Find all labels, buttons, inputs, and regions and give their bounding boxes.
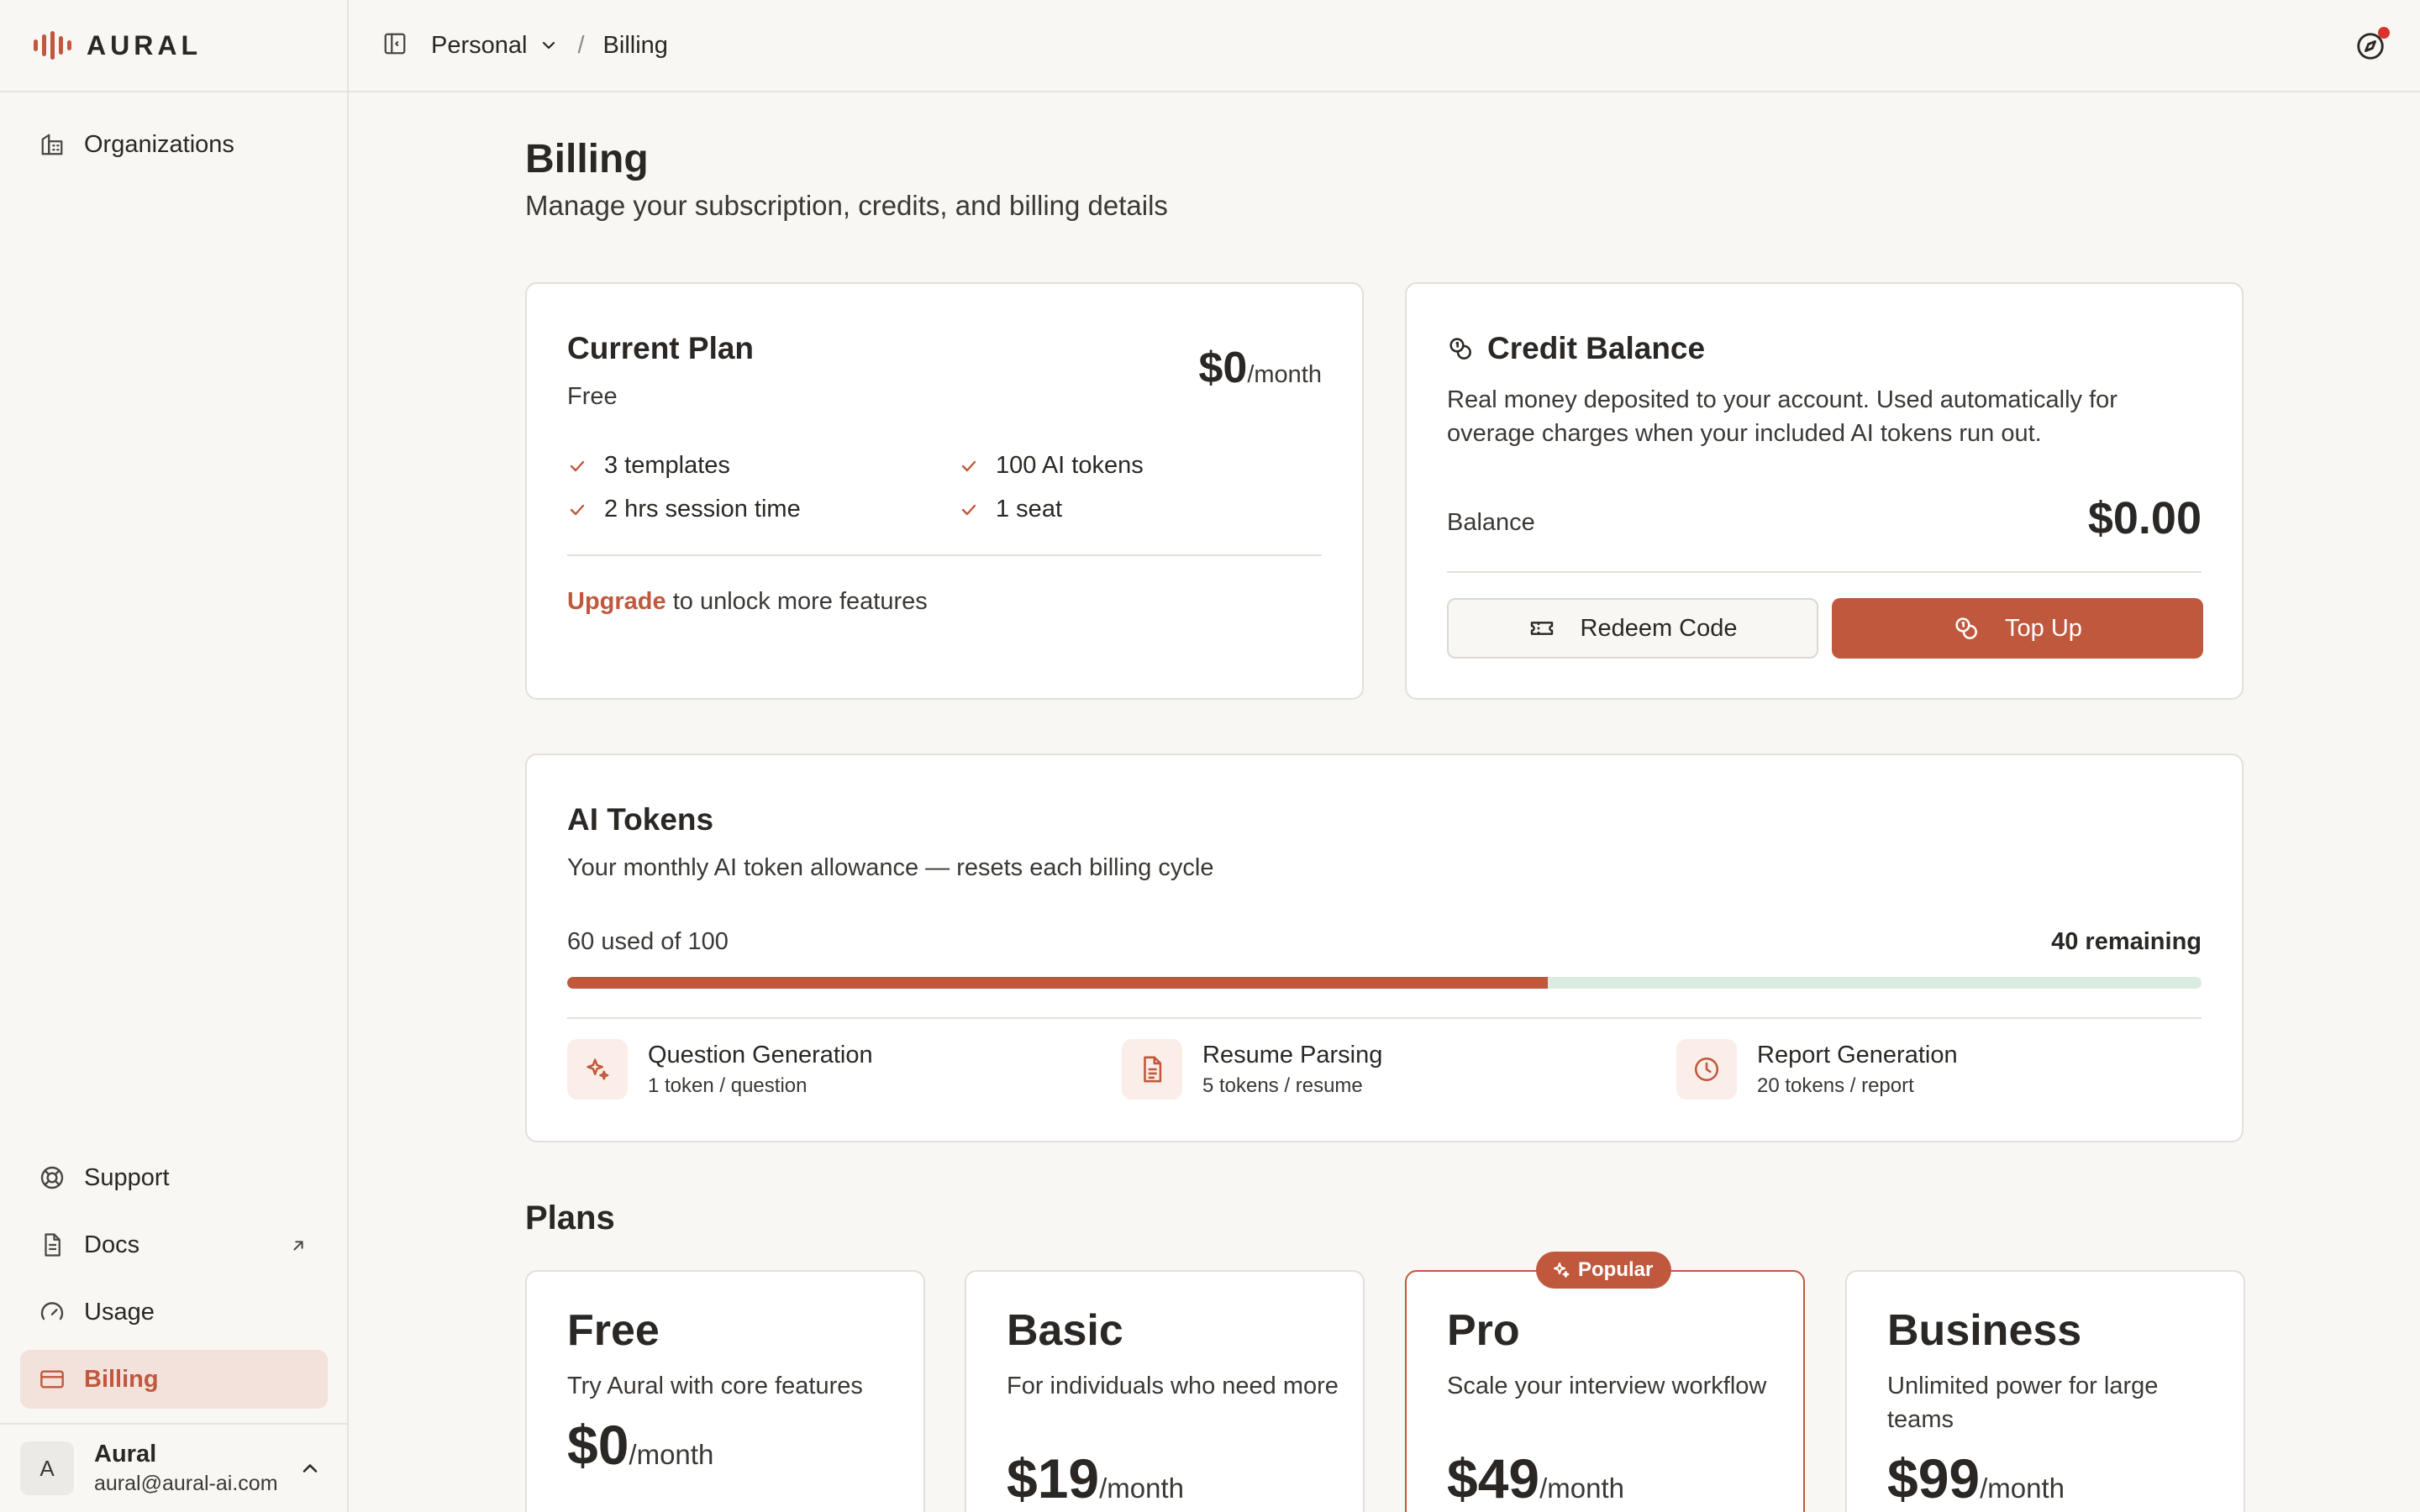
current-plan-price: $0/month <box>1198 344 1322 392</box>
coins-icon <box>1449 338 1471 360</box>
plan-card-pro[interactable]: Popular Pro Scale your interview workflo… <box>1405 1252 1805 1512</box>
sidebar-toggle-icon[interactable] <box>382 31 408 60</box>
file-text-icon <box>1122 1039 1182 1100</box>
sidebar-item-docs[interactable]: Docs <box>20 1215 328 1274</box>
balance-value: $0.00 <box>2087 493 2202 543</box>
notification-dot <box>2378 27 2390 39</box>
credit-balance-card: Credit Balance Real money deposited to y… <box>1405 282 2244 700</box>
plan-card-free[interactable]: Free Try Aural with core features $0/mon… <box>525 1270 925 1512</box>
divider <box>567 1017 2202 1019</box>
popular-badge: Popular <box>1536 1252 1672 1289</box>
coins-icon <box>1955 617 1977 639</box>
check-icon <box>961 504 976 515</box>
credit-card-icon <box>39 1366 66 1393</box>
upgrade-message: Upgrade to unlock more features <box>567 588 928 615</box>
page-subtitle: Manage your subscription, credits, and b… <box>525 190 1168 221</box>
page-title: Billing <box>525 137 649 181</box>
check-icon <box>570 504 585 515</box>
compass-icon[interactable] <box>2354 27 2390 62</box>
plan-name: Business <box>1887 1306 2082 1355</box>
tokens-remaining: 40 remaining <box>2051 928 2202 955</box>
check-icon <box>961 460 976 471</box>
plan-name: Free <box>567 1306 660 1355</box>
avatar: A <box>20 1441 74 1495</box>
gauge-icon <box>39 1299 66 1326</box>
current-plan-card: Current Plan Free $0/month 3 templates 1… <box>525 282 1364 700</box>
plan-description: For individuals who need more <box>1007 1373 1339 1399</box>
aural-logo-icon <box>34 31 71 60</box>
clock-icon <box>1676 1039 1737 1100</box>
breadcrumb-current: Billing <box>602 31 668 59</box>
user-email: aural@aural-ai.com <box>94 1472 278 1495</box>
brand[interactable]: AURAL <box>0 0 347 92</box>
sparkle-icon <box>1554 1263 1570 1278</box>
document-icon <box>39 1231 66 1258</box>
plan-feature: 3 templates <box>567 452 730 480</box>
sparkle-icon <box>567 1039 628 1100</box>
divider <box>1447 571 2202 573</box>
plan-description: Scale your interview workflow <box>1447 1373 1767 1399</box>
token-progress-fill <box>567 977 1548 989</box>
credit-balance-header: Credit Balance <box>1447 331 1705 366</box>
plan-card-basic[interactable]: Basic For individuals who need more $19/… <box>965 1270 1365 1512</box>
ticket-icon <box>1530 622 1553 635</box>
workspace-name: Personal <box>431 31 528 59</box>
plan-price: $19/month <box>1007 1447 1185 1509</box>
external-link-icon <box>289 1234 308 1262</box>
sidebar-item-label: Usage <box>84 1298 155 1326</box>
sidebar-item-usage[interactable]: Usage <box>20 1283 328 1341</box>
sidebar-item-label: Billing <box>84 1365 159 1393</box>
card-title: Current Plan <box>567 331 755 365</box>
plan-price: $49/month <box>1447 1447 1625 1509</box>
token-progress-bar <box>567 977 2202 989</box>
plan-feature: 1 seat <box>959 496 1062 523</box>
plan-feature: 2 hrs session time <box>567 496 801 523</box>
card-title: Credit Balance <box>1487 331 1706 365</box>
sidebar-item-label: Support <box>84 1163 170 1191</box>
plan-card-business[interactable]: Business Unlimited power for large teams… <box>1845 1270 2245 1512</box>
sidebar-item-label: Docs <box>84 1231 140 1258</box>
user-name: Aural <box>94 1441 157 1467</box>
divider <box>567 554 1322 556</box>
current-plan-name: Free <box>567 383 618 410</box>
usage-item-question-generation: Question Generation 1 token / question <box>567 1039 873 1100</box>
breadcrumb-separator: / <box>577 31 585 59</box>
usage-item-resume-parsing: Resume Parsing 5 tokens / resume <box>1122 1039 1382 1100</box>
usage-item-report-generation: Report Generation 20 tokens / report <box>1676 1039 1958 1100</box>
top-up-button[interactable]: Top Up <box>1832 598 2203 659</box>
plans-title: Plans <box>525 1200 615 1236</box>
sidebar-item-support[interactable]: Support <box>20 1148 328 1207</box>
plan-description: Try Aural with core features <box>567 1373 863 1399</box>
plan-feature: 100 AI tokens <box>959 452 1144 480</box>
user-menu[interactable]: A Aural aural@aural-ai.com <box>0 1423 347 1512</box>
sidebar: AURAL Organizations Support Docs Usage B… <box>0 0 349 1512</box>
sidebar-item-billing[interactable]: Billing <box>20 1350 328 1409</box>
workspace-switcher[interactable]: Personal <box>431 32 559 60</box>
plan-name: Basic <box>1007 1306 1123 1355</box>
building-icon <box>39 131 66 158</box>
check-icon <box>570 460 585 471</box>
plan-price: $0/month <box>567 1414 714 1476</box>
plan-price: $99/month <box>1887 1447 2065 1509</box>
topbar: Personal / Billing <box>349 0 2420 92</box>
plan-name: Pro <box>1447 1306 1520 1355</box>
lifebuoy-icon <box>39 1164 66 1191</box>
ai-tokens-card: AI Tokens Your monthly AI token allowanc… <box>525 753 2244 1142</box>
chevron-down-icon <box>543 41 555 50</box>
sidebar-item-label: Organizations <box>84 130 234 158</box>
tokens-used: 60 used of 100 <box>567 928 729 955</box>
chevron-up-icon[interactable] <box>298 1457 322 1484</box>
tokens-description: Your monthly AI token allowance — resets… <box>567 854 1214 881</box>
upgrade-link[interactable]: Upgrade <box>567 588 666 615</box>
balance-label: Balance <box>1447 509 1535 536</box>
card-title: AI Tokens <box>567 802 714 837</box>
redeem-code-button[interactable]: Redeem Code <box>1447 598 1818 659</box>
plan-description: Unlimited power for large teams <box>1887 1373 2159 1433</box>
credit-description: Real money deposited to your account. Us… <box>1447 386 2118 447</box>
sidebar-item-organizations[interactable]: Organizations <box>20 115 328 174</box>
brand-name: AURAL <box>87 29 202 60</box>
